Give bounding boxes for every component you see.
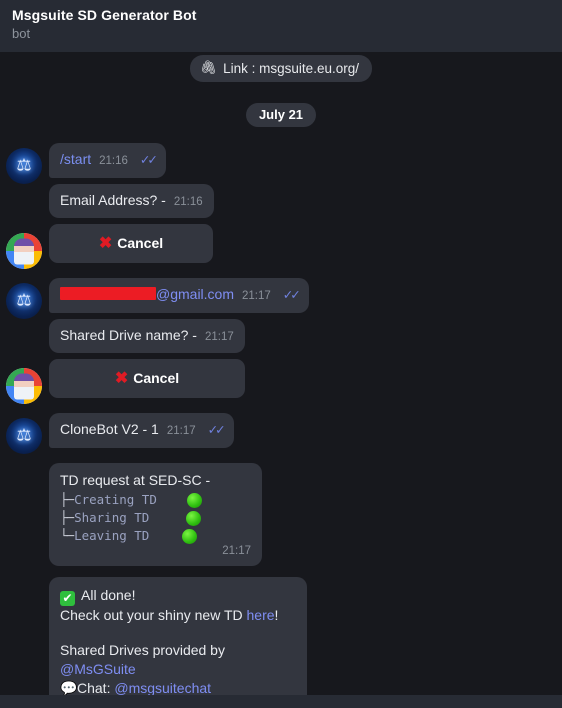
tree-branch-icon: └─ [60, 528, 74, 544]
bot-avatar-character [14, 238, 34, 265]
provided-by-row: Shared Drives provided by @MsGSuite [60, 641, 296, 679]
chat-subtitle: bot [12, 26, 31, 41]
user-emblem-icon: ⚖ [16, 155, 32, 175]
message-text[interactable]: @gmail.com [156, 286, 234, 302]
cancel-button[interactable]: ✖ Cancel [49, 224, 213, 264]
message-bubble[interactable]: Email Address? - 21:16 [49, 183, 214, 219]
message-text: CloneBot V2 - 1 [60, 421, 159, 438]
message-row: ⚖ CloneBot V2 - 1 21:17 ✓✓ [0, 413, 562, 454]
message-text[interactable]: /start [60, 150, 91, 169]
cancel-button-label: Cancel [117, 235, 164, 252]
message-text: Shared Drive name? - [60, 326, 197, 343]
date-divider-row: July 21 [0, 82, 562, 127]
td-step-label: Sharing TD [74, 510, 150, 526]
message-time: 21:17 [222, 545, 251, 558]
message-row: ✖ Cancel [0, 359, 562, 405]
td-step-label: Creating TD [74, 492, 157, 508]
green-circle-icon [186, 510, 202, 526]
all-done-text: All done! [81, 586, 136, 603]
message-time: 21:16 [99, 155, 128, 167]
cancel-button-label: Cancel [133, 370, 180, 387]
read-receipt-icon: ✓✓ [282, 288, 301, 303]
link-pill-row: 🖇 Link : msgsuite.eu.org/ [0, 52, 562, 82]
read-receipt-icon: ✓✓ [139, 153, 158, 167]
cancel-button[interactable]: ✖ Cancel [49, 359, 245, 399]
tree-branch-icon: ├─ [60, 492, 74, 508]
user-emblem-icon: ⚖ [16, 425, 32, 445]
message-bubble[interactable]: /start 21:16 ✓✓ [49, 143, 166, 178]
avatar[interactable]: ⚖ [6, 282, 42, 319]
cross-mark-icon: ✖ [98, 235, 113, 253]
chat-link-value[interactable]: @msgsuitechat [114, 680, 211, 696]
provided-by-link[interactable]: @MsGSuite [60, 661, 136, 677]
message-time: 21:17 [242, 290, 271, 303]
td-step-label: Leaving TD [74, 528, 150, 544]
avatar[interactable]: ⚖ [6, 147, 42, 184]
td-request-title: TD request at SED-SC - [60, 471, 211, 488]
td-step-row: ├─ Sharing TD [60, 509, 251, 527]
link-preview-pill[interactable]: 🖇 Link : msgsuite.eu.org/ [190, 55, 372, 82]
tree-branch-icon: ├─ [60, 510, 74, 526]
telegram-chat-window: Msgsuite SD Generator Bot bot 🖇 Link : m… [0, 0, 562, 708]
link-pill-text: Link : msgsuite.eu.org/ [223, 60, 359, 76]
message-text: Email Address? - [60, 191, 166, 208]
message-bubble[interactable]: CloneBot V2 - 1 21:17 ✓✓ [49, 413, 234, 448]
summary-bubble[interactable]: ✔ All done! Check out your shiny new TD h… [49, 576, 307, 708]
message-bubble[interactable]: @gmail.com 21:17 ✓✓ [49, 278, 309, 313]
message-time: 21:17 [204, 330, 234, 343]
td-request-bubble[interactable]: TD request at SED-SC - ├─ Creating TD ├─… [49, 462, 262, 566]
message-time: 21:16 [173, 195, 203, 208]
paperclip-icon: 🖇 [200, 60, 218, 75]
new-td-suffix: ! [274, 606, 279, 623]
td-step-row: └─ Leaving TD [60, 527, 251, 545]
message-bubble[interactable]: Shared Drive name? - 21:17 [49, 318, 245, 354]
message-row: TD request at SED-SC - ├─ Creating TD ├─… [0, 462, 562, 572]
read-receipt-icon: ✓✓ [207, 423, 226, 438]
message-row: Email Address? - 21:16 [0, 183, 562, 225]
message-list[interactable]: 🖇 Link : msgsuite.eu.org/ July 21 ⚖ /sta… [0, 52, 562, 708]
green-circle-icon [182, 528, 198, 544]
cross-mark-icon: ✖ [114, 370, 129, 388]
message-row: ⚖ /start 21:16 ✓✓ [0, 143, 562, 184]
td-step-row: ├─ Creating TD [60, 491, 251, 509]
chat-header[interactable]: Msgsuite SD Generator Bot bot [0, 0, 562, 52]
redaction-bar [60, 287, 156, 301]
user-emblem-icon: ⚖ [16, 290, 32, 310]
bot-avatar-character [14, 373, 34, 400]
check-mark-button-icon: ✔ [60, 590, 75, 606]
all-done-row: ✔ All done! [60, 586, 296, 606]
message-row: ✖ Cancel [0, 224, 562, 270]
green-circle-icon [186, 492, 202, 508]
date-divider: July 21 [245, 103, 317, 127]
message-row: ⚖ @gmail.com 21:17 ✓✓ [0, 278, 562, 319]
new-td-prefix: Check out your shiny new TD [60, 606, 247, 623]
new-td-link[interactable]: here [247, 607, 275, 623]
avatar[interactable]: ⚖ [6, 417, 42, 454]
message-row: ✔ All done! Check out your shiny new TD h… [0, 576, 562, 708]
message-time: 21:17 [166, 425, 196, 438]
message-row: Shared Drive name? - 21:17 [0, 318, 562, 360]
avatar[interactable] [6, 368, 42, 405]
footer-bar [0, 695, 562, 708]
chat-link-label: Chat: [77, 679, 115, 696]
avatar[interactable] [6, 233, 42, 270]
new-td-row: Check out your shiny new TD here! [60, 606, 296, 625]
provided-by-prefix: Shared Drives provided by [60, 641, 225, 658]
chat-title: Msgsuite SD Generator Bot [12, 7, 197, 23]
